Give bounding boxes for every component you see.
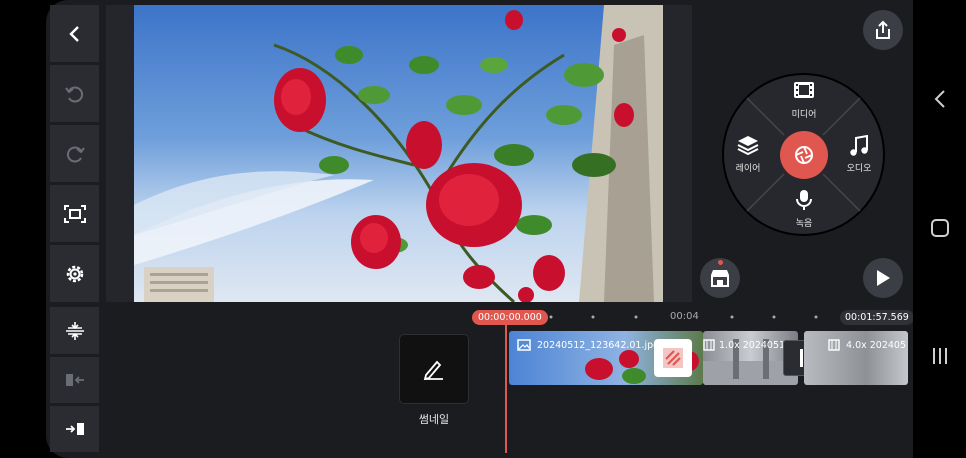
fit-screen-button[interactable]	[50, 185, 99, 242]
nav-back-icon[interactable]	[933, 89, 947, 109]
trim-right-button[interactable]	[50, 406, 99, 452]
clip-video-1-label: 1.0x 20240512	[719, 340, 792, 351]
clip-video-2[interactable]: 4.0x 202405	[804, 331, 908, 385]
undo-button[interactable]	[50, 65, 99, 122]
fullscreen-frame-icon	[63, 204, 86, 223]
music-note-icon	[850, 135, 868, 156]
thumbnail-label: 썸네일	[418, 413, 450, 426]
trim-left-button[interactable]	[50, 357, 99, 403]
trim-left-icon	[65, 374, 84, 386]
store-icon	[711, 270, 729, 287]
back-arrow-icon	[68, 25, 79, 42]
share-button[interactable]	[863, 10, 903, 50]
record-button[interactable]: 녹음	[780, 187, 828, 233]
total-time-badge: 00:01:57.569	[840, 310, 914, 325]
undo-icon	[64, 86, 83, 102]
nav-home-icon[interactable]	[930, 218, 950, 238]
system-nav-bar	[913, 0, 966, 458]
asset-store-button[interactable]	[700, 258, 740, 298]
film-icon	[794, 82, 814, 98]
media-label: 미디어	[791, 110, 817, 120]
redo-icon	[66, 146, 85, 162]
video-film-icon	[703, 339, 715, 351]
nav-recents-icon[interactable]	[930, 346, 950, 366]
mid-time-label: 00:04	[670, 311, 699, 322]
share-icon	[876, 20, 890, 39]
layers-icon	[737, 136, 759, 155]
gear-icon	[66, 265, 83, 282]
thumbnail-button[interactable]	[399, 334, 469, 404]
settings-button[interactable]	[50, 245, 99, 302]
transition-button[interactable]	[654, 339, 692, 377]
audio-label: 오디오	[846, 164, 872, 174]
playhead[interactable]	[505, 325, 507, 453]
trim-right-icon	[65, 423, 84, 435]
current-time-badge: 00:00:00.000	[472, 310, 548, 325]
notification-dot	[718, 260, 723, 265]
record-label: 녹음	[795, 219, 813, 229]
layer-label: 레이어	[735, 164, 761, 174]
transition-icon	[663, 348, 683, 368]
image-icon	[517, 339, 531, 351]
pencil-icon	[423, 360, 443, 380]
play-icon	[877, 270, 890, 286]
rose-photo	[134, 5, 663, 302]
timeline-adjust-icon	[65, 321, 84, 340]
capture-button[interactable]	[780, 131, 828, 179]
trim-handle-bar	[799, 349, 803, 367]
clip-image-label: 20240512_123642.01.jpeg	[537, 340, 666, 351]
timeline-adjust-button[interactable]	[50, 307, 99, 354]
play-button[interactable]	[863, 258, 903, 298]
audio-button[interactable]: 오디오	[838, 131, 882, 177]
microphone-icon	[796, 190, 812, 210]
redo-button[interactable]	[50, 125, 99, 182]
media-button[interactable]: 미디어	[780, 79, 828, 121]
radial-media-menu: 미디어 오디오 녹음 레이어	[722, 73, 885, 236]
clip-video-2-label: 4.0x 202405	[846, 340, 907, 351]
layer-button[interactable]: 레이어	[726, 131, 770, 177]
back-button[interactable]	[50, 5, 99, 62]
camera-shutter-icon	[795, 146, 813, 164]
video-preview[interactable]	[134, 5, 663, 302]
video-film-icon-2	[828, 339, 840, 351]
